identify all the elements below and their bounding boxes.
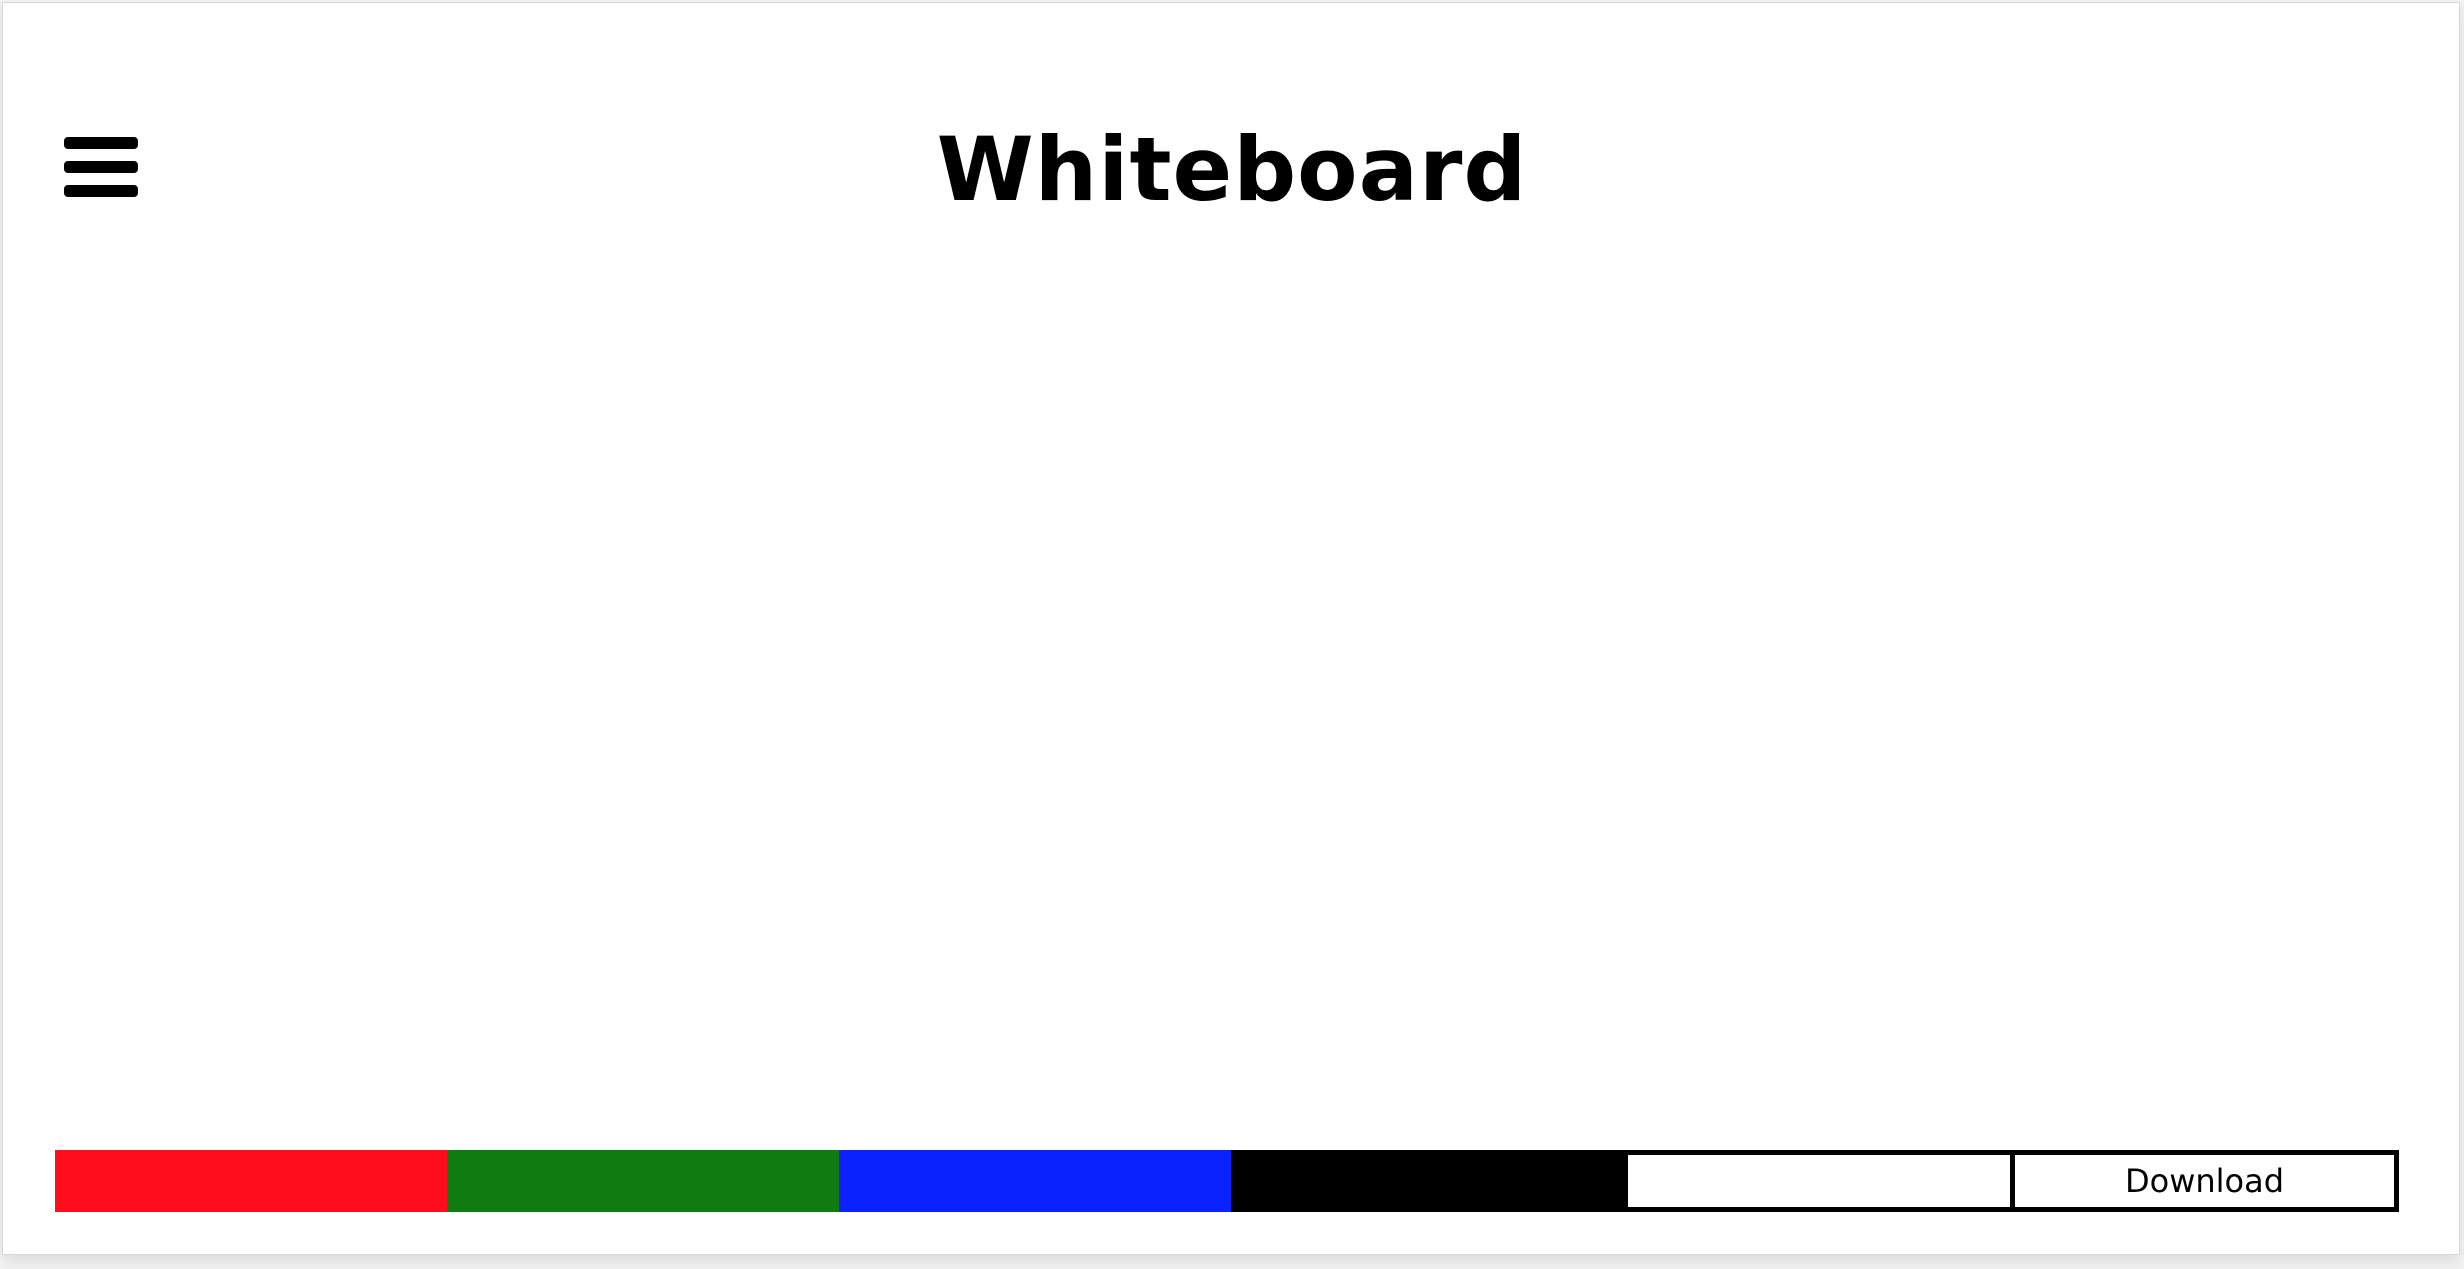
color-swatch-white[interactable]	[1623, 1150, 2015, 1212]
color-swatch-green[interactable]	[447, 1150, 839, 1212]
color-swatch-red[interactable]	[55, 1150, 447, 1212]
color-swatch-blue[interactable]	[839, 1150, 1231, 1212]
app-window: Whiteboard Download	[2, 2, 2460, 1255]
color-swatch-black[interactable]	[1231, 1150, 1623, 1212]
download-button[interactable]: Download	[2015, 1150, 2399, 1212]
drawing-canvas[interactable]	[55, 253, 2405, 1133]
color-toolbar: Download	[55, 1150, 2407, 1212]
page-title: Whiteboard	[936, 118, 1528, 221]
